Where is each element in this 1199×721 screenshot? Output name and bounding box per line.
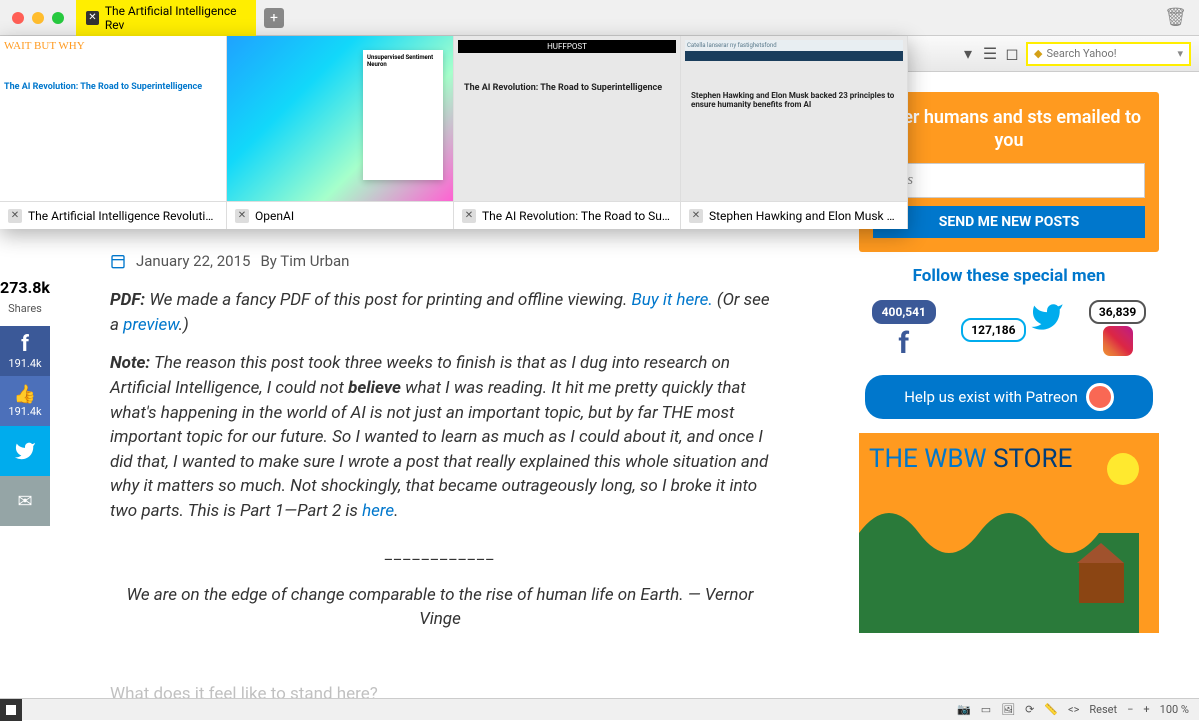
search-input[interactable]	[1046, 47, 1177, 60]
reset-button[interactable]: Reset	[1089, 703, 1117, 716]
store-illustration	[859, 483, 1139, 633]
sun-icon	[1107, 453, 1139, 485]
buy-pdf-link[interactable]: Buy it here.	[631, 290, 712, 310]
tab-thumbnail[interactable]: HUFFPOST The AI Revolution: The Road to …	[454, 36, 681, 229]
close-icon[interactable]: ✕	[689, 209, 703, 223]
calendar-icon	[110, 253, 126, 269]
close-tab-button[interactable]: ✕	[86, 11, 99, 25]
chevron-down-icon[interactable]: ▾	[960, 46, 976, 62]
preview-link[interactable]: preview	[123, 315, 178, 335]
code-icon[interactable]: <>	[1068, 703, 1079, 716]
share-facebook-button[interactable]: f191.4k	[0, 326, 50, 376]
zoom-out-button[interactable]: −	[1127, 703, 1133, 716]
minimize-window-button[interactable]	[32, 12, 44, 24]
search-icon: ◆	[1034, 47, 1042, 60]
store-banner[interactable]: THE WBW STORE	[859, 433, 1159, 633]
camera-icon[interactable]: 📷	[957, 703, 971, 716]
part2-link[interactable]: here	[362, 501, 394, 521]
close-window-button[interactable]	[12, 12, 24, 24]
patreon-button[interactable]: Help us exist with Patreon	[865, 375, 1153, 419]
zoom-in-button[interactable]: +	[1143, 703, 1149, 716]
list-icon[interactable]: ☰	[982, 46, 998, 62]
search-box[interactable]: ◆ ▾	[1026, 42, 1191, 66]
ruler-icon[interactable]: 📏	[1044, 703, 1058, 716]
close-icon[interactable]: ✕	[8, 209, 22, 223]
subscribe-button[interactable]: SEND ME NEW POSTS	[873, 206, 1145, 238]
tab-switcher-overlay: WAIT BUT WHY The AI Revolution: The Road…	[0, 36, 908, 229]
social-twitter[interactable]: 127,186	[961, 300, 1063, 361]
maximize-window-button[interactable]	[52, 12, 64, 24]
new-tab-button[interactable]: +	[264, 8, 284, 28]
device-icon[interactable]: ▭	[981, 703, 991, 716]
tab-title: The Artificial Intelligence Rev	[105, 4, 246, 32]
social-facebook[interactable]: 400,541 f	[872, 300, 936, 361]
tab-thumbnail[interactable]: Catella lanserar ny fastighetsfond Steph…	[681, 36, 908, 229]
follow-heading: Follow these special men	[859, 266, 1159, 286]
share-like-button[interactable]: 👍191.4k	[0, 376, 50, 426]
email-field[interactable]	[873, 163, 1145, 198]
divider: ____________	[110, 544, 770, 563]
patreon-icon	[1086, 383, 1114, 411]
panel-toggle-button[interactable]	[0, 699, 22, 721]
share-twitter-button[interactable]	[0, 426, 50, 476]
close-icon[interactable]: ✕	[462, 209, 476, 223]
active-tab[interactable]: ✕ The Artificial Intelligence Rev	[76, 0, 256, 36]
share-total: 273.8kShares	[0, 272, 50, 326]
zoom-level: 100 %	[1160, 703, 1189, 716]
newsletter-heading: other humans and sts emailed to you	[873, 106, 1145, 153]
titlebar: ✕ The Artificial Intelligence Rev + 🗑	[0, 0, 1199, 36]
close-icon[interactable]: ✕	[235, 209, 249, 223]
article-date: January 22, 2015	[136, 252, 250, 270]
statusbar: 📷 ▭ 🖼 ⟳ 📏 <> Reset − + 100 %	[0, 698, 1199, 720]
pdf-label: PDF:	[110, 290, 145, 310]
article-byline: By Tim Urban	[260, 252, 349, 270]
tab-thumbnail[interactable]: WAIT BUT WHY The AI Revolution: The Road…	[0, 36, 227, 229]
share-email-button[interactable]: ✉	[0, 476, 50, 526]
image-icon[interactable]: 🖼	[1001, 703, 1015, 716]
sync-icon[interactable]: ⟳	[1025, 703, 1034, 716]
teaser-text: What does it feel like to stand here?	[110, 682, 770, 698]
note-label: Note:	[110, 353, 150, 373]
bookmark-icon[interactable]: ◻	[1004, 46, 1020, 62]
dropdown-icon[interactable]: ▾	[1177, 47, 1183, 60]
social-instagram[interactable]: 36,839	[1089, 300, 1146, 361]
tab-thumbnail[interactable]: Unsupervised Sentiment Neuron ✕ OpenAI	[227, 36, 454, 229]
epigraph: We are on the edge of change comparable …	[127, 585, 754, 630]
trash-icon[interactable]: 🗑	[1164, 7, 1187, 28]
